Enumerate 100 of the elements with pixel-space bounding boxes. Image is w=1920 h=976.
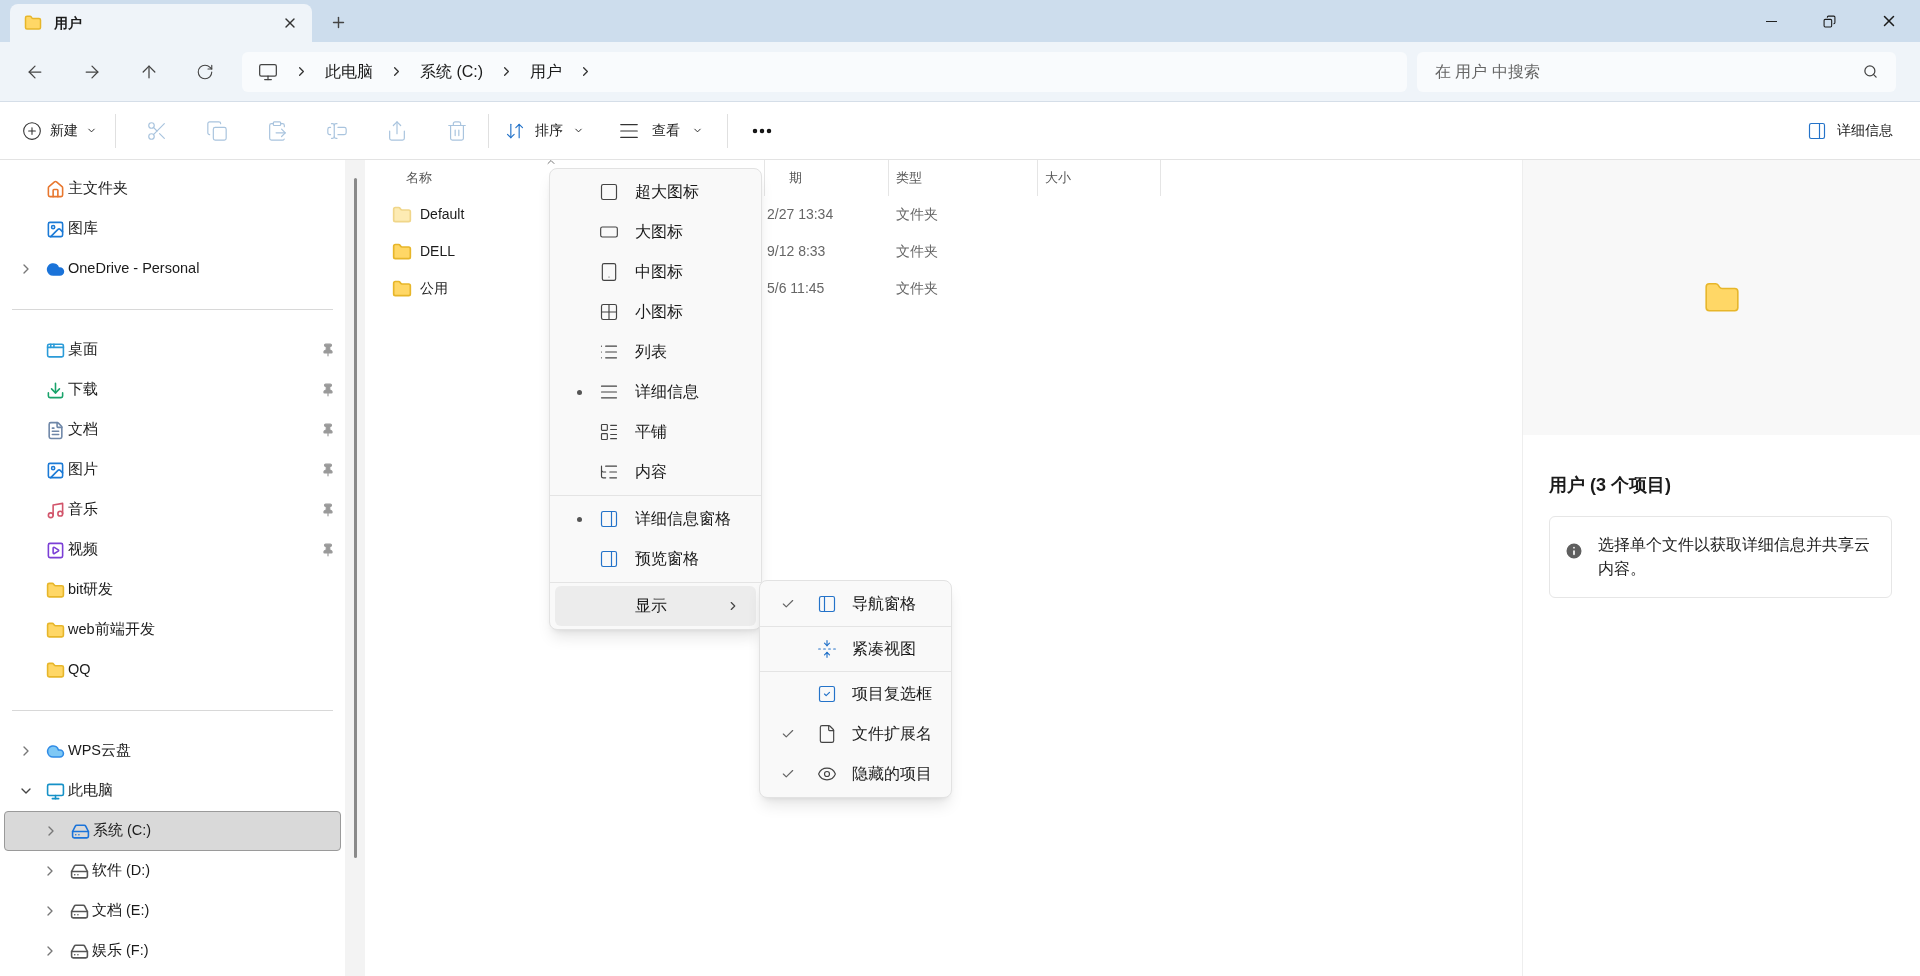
new-button[interactable]: 新建 — [22, 112, 97, 149]
menu-item[interactable]: 详细信息窗格 — [555, 499, 756, 539]
check-icon — [781, 767, 795, 781]
pictures-icon — [46, 460, 65, 480]
column-header[interactable]: 期 — [765, 160, 889, 196]
sidebar-label: QQ — [68, 660, 91, 680]
sidebar-item[interactable]: 娱乐 (F:) — [4, 931, 341, 971]
menu-item[interactable]: 列表 — [555, 332, 756, 372]
sidebar-item[interactable]: 软件 (D:) — [4, 851, 341, 891]
scrollbar-thumb[interactable] — [353, 178, 357, 858]
menu-item[interactable]: 内容 — [555, 452, 756, 492]
home-icon — [46, 179, 65, 199]
sidebar-label: 视频 — [68, 540, 98, 560]
sidebar-item[interactable]: 此电脑 — [4, 771, 341, 811]
sidebar-item[interactable]: 图库 — [4, 209, 341, 249]
menu-item[interactable]: 隐藏的项目 — [765, 754, 946, 794]
minimize-icon — [1765, 20, 1777, 22]
sidebar-label: 文档 (E:) — [92, 901, 150, 921]
sidebar-label: 系统 (C:) — [93, 821, 152, 841]
pin-icon[interactable] — [321, 423, 335, 437]
new-tab-icon[interactable] — [330, 14, 347, 31]
sidebar-label: 下载 — [68, 380, 98, 400]
document-icon — [46, 420, 65, 440]
sidebar-label: 图库 — [68, 219, 98, 239]
sidebar-label: web前端开发 — [68, 620, 155, 640]
pin-icon[interactable] — [321, 383, 335, 397]
sidebar-label: 主文件夹 — [68, 179, 128, 199]
file-name[interactable]: Default — [420, 204, 465, 225]
check-icon — [781, 597, 795, 611]
small-icon — [599, 302, 619, 322]
sidebar-label: 此电脑 — [68, 781, 113, 801]
menu-item[interactable]: 大图标 — [555, 212, 756, 252]
sidebar-item[interactable]: 文档 (E:) — [4, 891, 341, 931]
sidebar-item[interactable]: OneDrive - Personal — [4, 249, 341, 289]
sort-button[interactable]: 排序 — [505, 112, 584, 149]
menu-item[interactable]: 显示 — [555, 586, 756, 626]
address-bar[interactable]: 此电脑 系统 (C:) 用户 — [242, 51, 1407, 92]
sidebar-item[interactable]: QQ — [4, 650, 341, 690]
sidebar-label: OneDrive - Personal — [68, 259, 200, 279]
search-field[interactable]: 在 用户 中搜索 — [1417, 51, 1896, 92]
sidebar-label: bit研发 — [68, 580, 114, 600]
extension-icon — [817, 724, 837, 744]
pin-icon[interactable] — [321, 503, 335, 517]
sidebar-label: 娱乐 (F:) — [92, 941, 149, 961]
sidebar-item[interactable]: 视频 — [4, 530, 341, 570]
breadcrumb[interactable]: 此电脑 — [325, 59, 373, 84]
plus-icon — [22, 120, 42, 141]
sidebar-label: 软件 (D:) — [92, 861, 151, 881]
pin-icon[interactable] — [321, 463, 335, 477]
download-icon — [46, 380, 65, 400]
preview-pane-icon — [599, 549, 619, 569]
menu-item[interactable]: 超大图标 — [555, 172, 756, 212]
folder-icon — [46, 660, 65, 680]
file-type: 文件夹 — [895, 242, 939, 261]
file-name[interactable]: 公用 — [420, 278, 448, 299]
sidebar-item[interactable]: 主文件夹 — [4, 169, 341, 209]
file-name[interactable]: DELL — [420, 241, 456, 262]
search-icon — [1863, 64, 1878, 79]
column-header[interactable]: 类型 — [889, 160, 1038, 196]
sidebar-label: 图片 — [68, 460, 98, 480]
pc-icon — [46, 781, 65, 801]
sidebar-item[interactable]: web前端开发 — [4, 610, 341, 650]
menu-item[interactable]: 中图标 — [555, 252, 756, 292]
view-button[interactable]: 查看 — [618, 112, 703, 149]
menu-item[interactable]: 平铺 — [555, 412, 756, 452]
restore-icon — [1822, 14, 1836, 28]
pin-icon[interactable] — [321, 543, 335, 557]
menu-item[interactable]: 详细信息 — [555, 372, 756, 412]
menu-item[interactable]: 项目复选框 — [765, 674, 946, 714]
breadcrumb[interactable]: 系统 (C:) — [420, 59, 484, 84]
folder-icon — [46, 580, 65, 600]
menu-item[interactable]: 小图标 — [555, 292, 756, 332]
sidebar-item[interactable]: 文档 — [4, 410, 341, 450]
refresh-icon[interactable] — [196, 62, 214, 81]
monitor-icon — [258, 61, 278, 82]
sidebar-item[interactable]: 系统 (C:) — [4, 811, 341, 851]
music-icon — [46, 500, 65, 520]
info-text: 选择单个文件以获取详细信息并共享云内容。 — [1598, 535, 1871, 579]
pin-icon[interactable] — [321, 343, 335, 357]
sidebar-item[interactable]: bit研发 — [4, 570, 341, 610]
menu-item[interactable]: 紧凑视图 — [765, 629, 946, 669]
column-header[interactable]: 大小 — [1038, 160, 1161, 196]
sidebar-item[interactable]: 桌面 — [4, 330, 341, 370]
breadcrumb[interactable]: 用户 — [530, 59, 563, 84]
drive-icon — [70, 941, 89, 961]
sidebar-label: 桌面 — [68, 340, 98, 360]
menu-item[interactable]: 预览窗格 — [555, 539, 756, 579]
tab[interactable]: 用户 — [10, 4, 312, 42]
menu-item[interactable]: 导航窗格 — [765, 584, 946, 624]
sidebar-item[interactable]: WPS云盘 — [4, 731, 341, 771]
file-type: 文件夹 — [895, 205, 939, 224]
tiles-icon — [599, 422, 619, 442]
sidebar-item[interactable]: 图片 — [4, 450, 341, 490]
details-button[interactable]: 详细信息 — [1807, 112, 1893, 149]
menu-item[interactable]: 文件扩展名 — [765, 714, 946, 754]
sidebar-item[interactable]: 音乐 — [4, 490, 341, 530]
sidebar-item[interactable]: 下载 — [4, 370, 341, 410]
system-drive-icon — [71, 821, 90, 841]
sidebar-label: 文档 — [68, 420, 98, 440]
modified-date: 5/6 11:45 — [766, 279, 826, 298]
